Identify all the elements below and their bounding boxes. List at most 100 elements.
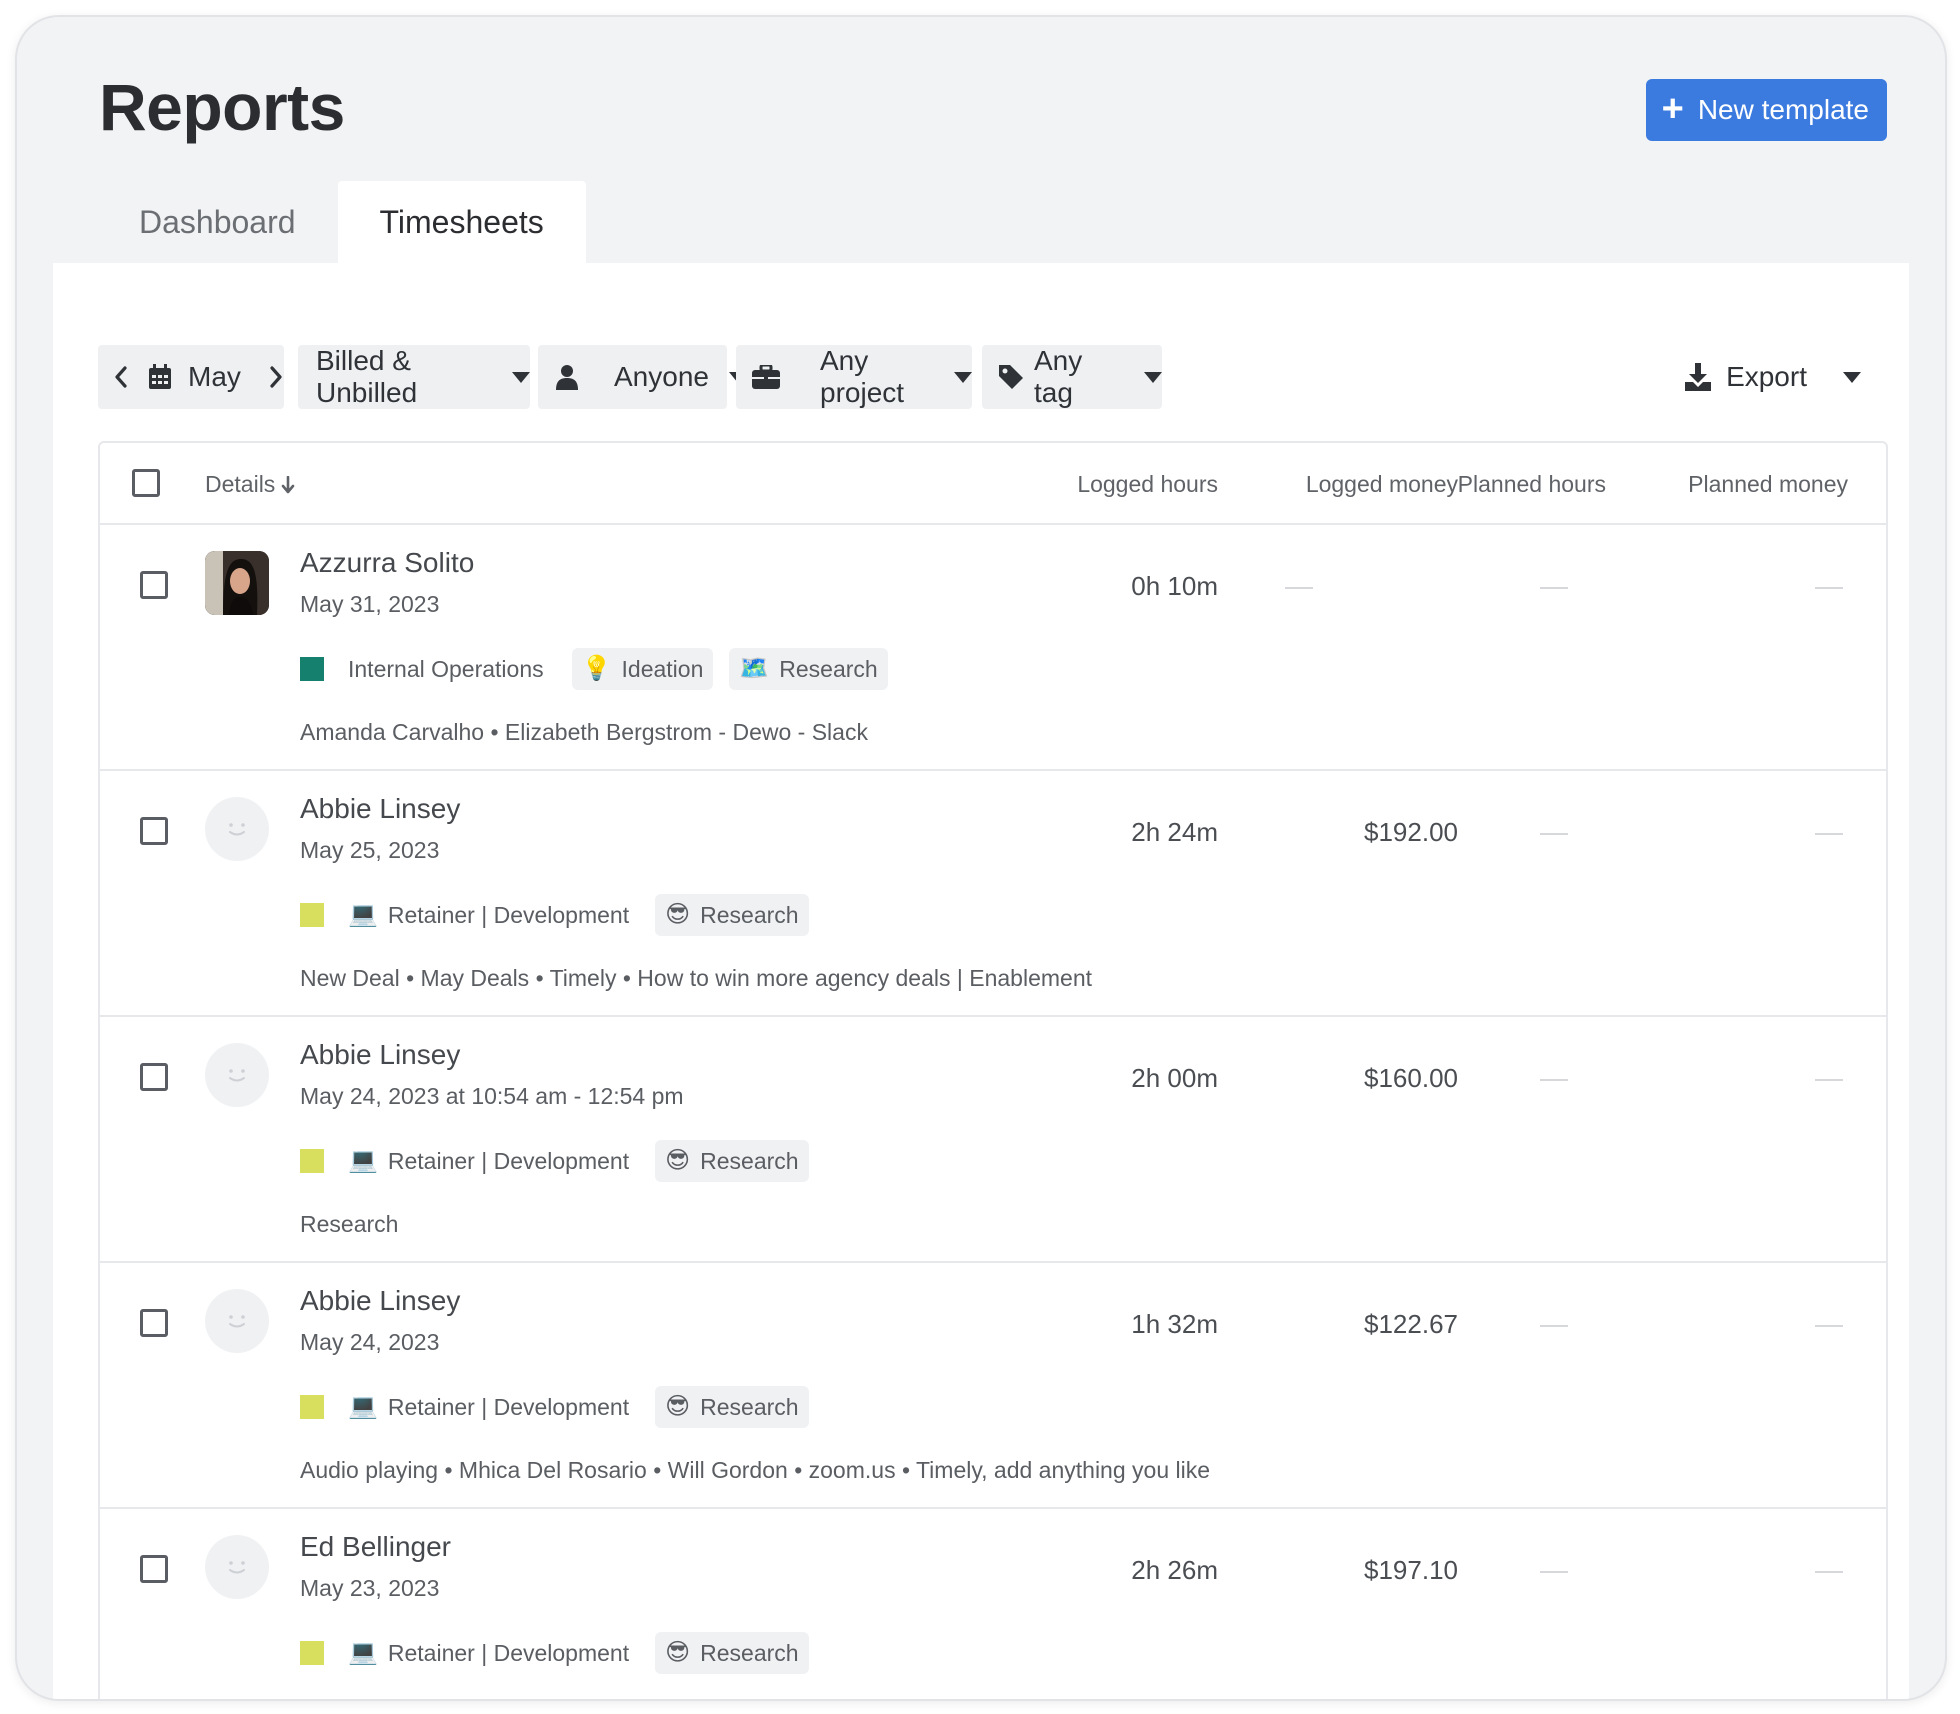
- laptop-icon: 💻: [348, 1147, 378, 1174]
- period-label[interactable]: May: [188, 361, 241, 393]
- avatar: [205, 797, 269, 861]
- download-icon: [1684, 363, 1712, 391]
- sort-arrow-down-icon: [281, 475, 295, 494]
- prev-period-button[interactable]: [114, 366, 128, 388]
- reports-window: Reports + New template Dashboard Timeshe…: [15, 15, 1947, 1701]
- planned-money-column-header[interactable]: Planned money: [1688, 471, 1848, 498]
- table-header: Details Logged hours Logged money Planne…: [100, 443, 1886, 525]
- user-icon: [556, 364, 578, 390]
- person-filter[interactable]: Anyone: [538, 345, 747, 409]
- lightbulb-icon: 💡: [581, 655, 612, 682]
- tab-timesheets[interactable]: Timesheets: [337, 181, 586, 263]
- person-name: Abbie Linsey: [300, 1285, 461, 1316]
- project-name: Retainer | Development: [387, 1147, 630, 1174]
- table-row[interactable]: Abbie Linsey May 24, 2023 1h 32m $122.67…: [100, 1263, 1886, 1509]
- row-checkbox[interactable]: [140, 1309, 168, 1337]
- tag-filter[interactable]: Any tag: [982, 345, 1162, 409]
- person-name: Abbie Linsey: [300, 793, 461, 824]
- table-row[interactable]: Ed Bellinger May 23, 2023 2h 26m $197.10…: [100, 1509, 1886, 1699]
- planned-money-empty: [1815, 833, 1843, 835]
- planned-hours-empty: [1540, 1079, 1568, 1081]
- details-column-header[interactable]: Details: [205, 471, 295, 498]
- project[interactable]: 💻 Retainer | Development: [348, 902, 629, 929]
- tag-chip[interactable]: 😎 Research: [655, 1386, 809, 1428]
- placeholder-face-icon: [229, 1315, 245, 1328]
- calendar-icon: [148, 364, 172, 390]
- caret-down-icon: [1144, 371, 1162, 383]
- billing-filter-label: Billed & Unbilled: [316, 345, 418, 408]
- tag-label: Ideation: [621, 655, 704, 682]
- row-checkbox[interactable]: [140, 1555, 168, 1583]
- project-color-swatch: [300, 1395, 324, 1419]
- logged-hours-column-header[interactable]: Logged hours: [1077, 471, 1218, 498]
- logged-hours-value: 1h 32m: [1131, 1309, 1218, 1339]
- sunglasses-face-icon: 😎: [665, 901, 691, 928]
- next-period-button[interactable]: [269, 366, 283, 388]
- new-template-label: New template: [1697, 94, 1869, 125]
- planned-money-empty: [1815, 1079, 1843, 1081]
- row-checkbox[interactable]: [140, 571, 168, 599]
- export-button[interactable]: Export: [1684, 345, 1861, 409]
- placeholder-face-icon: [229, 1069, 245, 1082]
- placeholder-face-icon: [229, 1561, 245, 1574]
- entry-tags: Internal Operations 💡 Ideation 🗺️ Resear…: [300, 647, 904, 691]
- tab-dashboard[interactable]: Dashboard: [97, 181, 338, 263]
- logged-hours-value: 0h 10m: [1131, 571, 1218, 601]
- planned-hours-column-header[interactable]: Planned hours: [1458, 471, 1606, 498]
- tag-chip[interactable]: 💡 Ideation: [571, 648, 714, 690]
- select-all-checkbox[interactable]: [132, 469, 160, 497]
- table-row[interactable]: Abbie Linsey May 24, 2023 at 10:54 am - …: [100, 1017, 1886, 1263]
- logged-hours-value: 2h 00m: [1131, 1063, 1218, 1093]
- table-row[interactable]: Abbie Linsey May 25, 2023 2h 24m $192.00…: [100, 771, 1886, 1017]
- logged-money-column-header[interactable]: Logged money: [1306, 471, 1458, 498]
- laptop-icon: 💻: [348, 1639, 378, 1666]
- sunglasses-face-icon: 😎: [665, 1393, 691, 1420]
- avatar: [205, 1289, 269, 1353]
- entry-date: May 23, 2023: [300, 1575, 440, 1601]
- project-color-swatch: [300, 903, 324, 927]
- caret-down-icon: [512, 371, 530, 383]
- tag-filter-label: Any tag: [1034, 345, 1083, 408]
- tag-chip[interactable]: 🗺️ Research: [729, 648, 888, 690]
- project[interactable]: 💻 Retainer | Development: [348, 1394, 629, 1421]
- briefcase-icon: [752, 365, 780, 389]
- laptop-icon: 💻: [348, 901, 378, 928]
- tag-chip[interactable]: 😎 Research: [655, 894, 809, 936]
- entry-description: Audio playing • Mhica Del Rosario • Will…: [300, 1457, 1211, 1483]
- project[interactable]: 💻 Retainer | Development: [348, 1640, 629, 1667]
- row-checkbox[interactable]: [140, 1063, 168, 1091]
- tag-chip[interactable]: 😎 Research: [655, 1632, 809, 1674]
- logged-money-empty: [1285, 587, 1313, 589]
- project-filter[interactable]: Any project: [736, 345, 972, 409]
- project-color-swatch: [300, 1149, 324, 1173]
- tab-bar: Dashboard Timesheets: [97, 181, 586, 263]
- logged-hours-value: 2h 24m: [1131, 817, 1218, 847]
- planned-hours-empty: [1540, 1325, 1568, 1327]
- tag-icon: [998, 364, 1024, 390]
- placeholder-face-icon: [229, 823, 245, 836]
- project[interactable]: 💻 Retainer | Development: [348, 1148, 629, 1175]
- tag-label: Research: [700, 1147, 799, 1174]
- entry-date: May 31, 2023: [300, 591, 440, 617]
- avatar: [205, 1535, 269, 1599]
- tag-chip[interactable]: 😎 Research: [655, 1140, 809, 1182]
- project-name: Retainer | Development: [387, 1639, 630, 1666]
- tag-label: Research: [700, 901, 799, 928]
- entry-description: Research: [300, 1211, 399, 1237]
- project-name[interactable]: Internal Operations: [348, 656, 544, 683]
- table-row[interactable]: Azzurra Solito May 31, 2023 0h 10m Inter…: [100, 525, 1886, 771]
- avatar: [205, 551, 269, 615]
- entry-date: May 24, 2023: [300, 1329, 440, 1355]
- person-name: Abbie Linsey: [300, 1039, 461, 1070]
- row-checkbox[interactable]: [140, 817, 168, 845]
- project-color-swatch: [300, 657, 324, 681]
- timesheets-panel: May Billed & Unbilled Anyone Any project…: [53, 263, 1909, 1699]
- person-name: Azzurra Solito: [300, 547, 475, 578]
- caret-down-icon: [954, 371, 972, 383]
- chevron-right-icon: [270, 366, 282, 388]
- entry-date: May 24, 2023 at 10:54 am - 12:54 pm: [300, 1083, 684, 1109]
- logged-money-value: $192.00: [1364, 817, 1458, 847]
- new-template-button[interactable]: + New template: [1645, 79, 1887, 141]
- billing-filter[interactable]: Billed & Unbilled: [298, 345, 530, 409]
- entry-tags: 💻 Retainer | Development 😎 Research: [300, 1385, 825, 1429]
